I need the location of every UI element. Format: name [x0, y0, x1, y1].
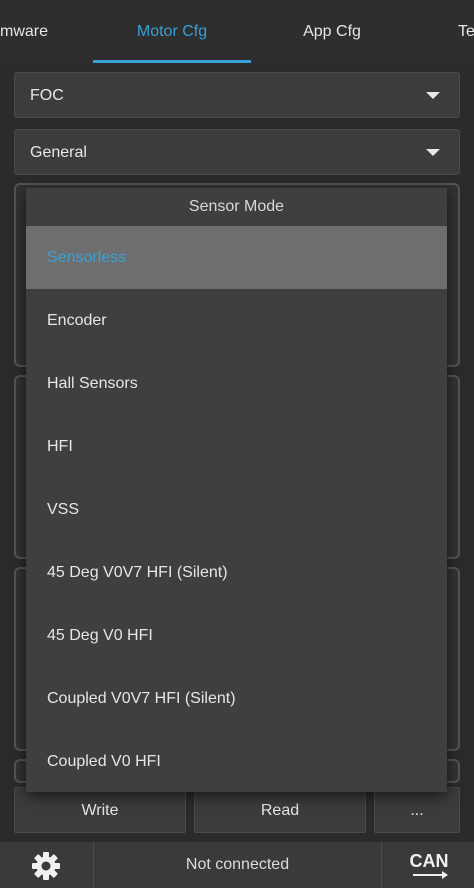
option-45-deg-v0-hfi[interactable]: 45 Deg V0 HFI: [26, 604, 447, 667]
app-root: mware Motor Cfg App Cfg Te FOC General W…: [0, 0, 474, 888]
section-select[interactable]: General: [14, 129, 460, 175]
can-icon[interactable]: CAN: [409, 850, 449, 882]
tab-motor-cfg[interactable]: Motor Cfg: [93, 0, 251, 64]
option-coupled-v0-hfi[interactable]: Coupled V0 HFI: [26, 730, 447, 793]
sensor-mode-popup: Sensor Mode Sensorless Encoder Hall Sens…: [26, 188, 447, 792]
gear-icon[interactable]: [30, 850, 62, 882]
option-sensorless[interactable]: Sensorless: [26, 226, 447, 289]
status-divider: [381, 842, 382, 888]
motor-type-select[interactable]: FOC: [14, 72, 460, 118]
option-hall-sensors[interactable]: Hall Sensors: [26, 352, 447, 415]
connection-status: Not connected: [185, 856, 290, 873]
tab-terminal[interactable]: Te: [458, 0, 474, 64]
read-button[interactable]: Read: [194, 787, 366, 833]
motor-type-value: FOC: [30, 87, 64, 104]
dropdown-arrow-icon: [426, 149, 440, 156]
write-button[interactable]: Write: [14, 787, 186, 833]
active-tab-indicator: [93, 60, 251, 63]
popup-title: Sensor Mode: [188, 198, 285, 215]
option-encoder[interactable]: Encoder: [26, 289, 447, 352]
can-icon-label: CAN: [410, 851, 449, 871]
tab-app-cfg[interactable]: App Cfg: [264, 0, 400, 64]
option-coupled-v0v7-hfi[interactable]: Coupled V0V7 HFI (Silent): [26, 667, 447, 730]
option-hfi[interactable]: HFI: [26, 415, 447, 478]
section-value: General: [30, 144, 87, 161]
tab-bar: mware Motor Cfg App Cfg Te: [0, 0, 474, 64]
more-button[interactable]: ...: [374, 787, 460, 833]
dropdown-arrow-icon: [426, 92, 440, 99]
option-vss[interactable]: VSS: [26, 478, 447, 541]
option-45-deg-v0v7-hfi[interactable]: 45 Deg V0V7 HFI (Silent): [26, 541, 447, 604]
tab-firmware[interactable]: mware: [0, 0, 60, 64]
